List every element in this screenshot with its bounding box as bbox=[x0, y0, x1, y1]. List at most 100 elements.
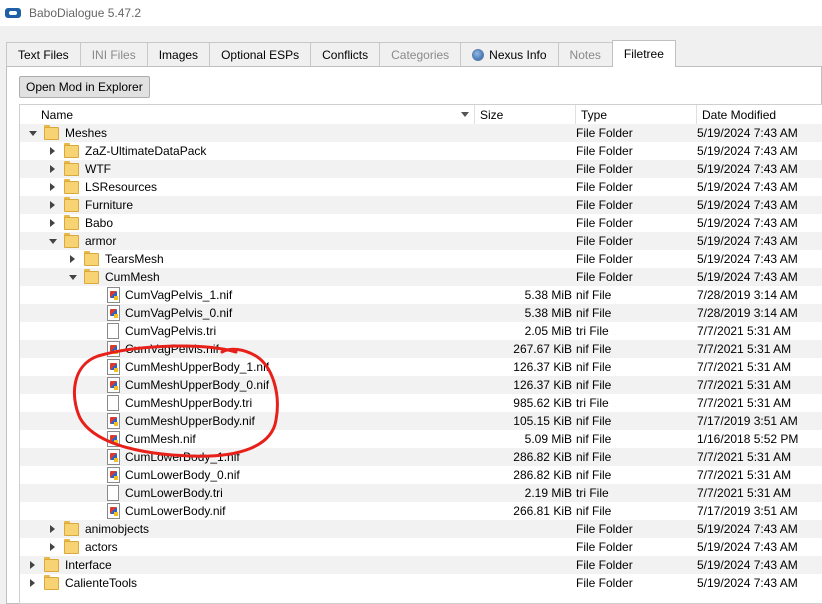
row-name: CumMeshUpperBody_1.nif bbox=[125, 360, 270, 374]
collapse-arrow-icon[interactable] bbox=[50, 201, 55, 209]
expand-arrow-icon[interactable] bbox=[29, 131, 37, 136]
tree-row[interactable]: CumLowerBody_0.nif 286.82 KiB nif File 7/7/… bbox=[20, 466, 822, 484]
row-name: CumVagPelvis_1.nif bbox=[125, 288, 233, 302]
tree-row[interactable]: CumVagPelvis_1.nif 5.38 MiB nif File 7/28/2… bbox=[20, 286, 822, 304]
open-mod-in-explorer-button[interactable]: Open Mod in Explorer bbox=[19, 76, 150, 98]
column-header-type[interactable]: Type bbox=[576, 105, 697, 124]
expand-arrow-icon[interactable] bbox=[49, 239, 57, 244]
tab-label: Categories bbox=[391, 48, 450, 62]
row-type: File Folder bbox=[576, 252, 633, 266]
tree-row[interactable]: CalienteTools File Folder 5/19/2024 7:43 A… bbox=[20, 574, 822, 592]
tree-row[interactable]: CumMesh File Folder 5/19/2024 7:43 AM bbox=[20, 268, 822, 286]
column-header-date[interactable]: Date Modified bbox=[697, 105, 822, 124]
nif-file-icon bbox=[107, 431, 120, 447]
row-name: animobjects bbox=[85, 522, 150, 536]
row-name: actors bbox=[85, 540, 118, 554]
row-name: CumLowerBody_0.nif bbox=[125, 468, 240, 482]
row-date: 7/7/2021 5:31 AM bbox=[697, 486, 792, 500]
collapse-arrow-icon[interactable] bbox=[50, 525, 55, 533]
row-type: nif File bbox=[576, 504, 612, 518]
tree-row[interactable]: CumMeshUpperBody.tri 985.62 KiB tri File 7/… bbox=[20, 394, 822, 412]
row-name: CumMeshUpperBody_0.nif bbox=[125, 378, 270, 392]
tab-images[interactable]: Images bbox=[146, 42, 211, 67]
row-name: CumLowerBody.tri bbox=[125, 486, 223, 500]
folder-icon bbox=[64, 215, 79, 230]
row-size: 267.67 KiB bbox=[513, 342, 572, 356]
row-name: Furniture bbox=[85, 198, 134, 212]
tree-row[interactable]: CumMeshUpperBody_1.nif 126.37 KiB nif File… bbox=[20, 358, 822, 376]
column-header-size[interactable]: Size bbox=[475, 105, 576, 124]
tree-row[interactable]: CumVagPelvis.tri 2.05 MiB tri File 7/7/2021… bbox=[20, 322, 822, 340]
row-type: File Folder bbox=[576, 162, 633, 176]
row-date: 7/17/2019 3:51 AM bbox=[697, 414, 798, 428]
tree-row[interactable]: CumMesh.nif 5.09 MiB nif File 1/16/2018 5:5… bbox=[20, 430, 822, 448]
nif-file-icon bbox=[107, 377, 120, 393]
row-size: 126.37 KiB bbox=[513, 360, 572, 374]
row-type: File Folder bbox=[576, 558, 633, 572]
nif-file-icon bbox=[107, 305, 120, 321]
expand-arrow-icon[interactable] bbox=[69, 275, 77, 280]
tree-row[interactable]: actors File Folder 5/19/2024 7:43 AM bbox=[20, 538, 822, 556]
collapse-arrow-icon[interactable] bbox=[70, 255, 75, 263]
row-size: 286.82 KiB bbox=[513, 468, 572, 482]
tree-row[interactable]: Furniture File Folder 5/19/2024 7:43 AM bbox=[20, 196, 822, 214]
tree-row[interactable]: CumMeshUpperBody_0.nif 126.37 KiB nif File… bbox=[20, 376, 822, 394]
folder-icon bbox=[64, 143, 79, 158]
row-size: 5.38 MiB bbox=[524, 288, 572, 302]
row-name: LSResources bbox=[85, 180, 158, 194]
collapse-arrow-icon[interactable] bbox=[30, 579, 35, 587]
row-date: 7/7/2021 5:31 AM bbox=[697, 360, 792, 374]
tab-optional-esps[interactable]: Optional ESPs bbox=[209, 42, 312, 67]
collapse-arrow-icon[interactable] bbox=[50, 165, 55, 173]
column-header-size-label: Size bbox=[480, 107, 504, 122]
row-size: 2.19 MiB bbox=[524, 486, 572, 500]
column-header-name[interactable]: Name bbox=[20, 105, 475, 124]
tree-row[interactable]: CumLowerBody_1.nif 286.82 KiB nif File 7/7/… bbox=[20, 448, 822, 466]
tree-row[interactable]: TearsMesh File Folder 5/19/2024 7:43 AM bbox=[20, 250, 822, 268]
row-type: nif File bbox=[576, 378, 612, 392]
tree-row[interactable]: CumLowerBody.nif 266.81 KiB nif File 7/17/2… bbox=[20, 502, 822, 520]
collapse-arrow-icon[interactable] bbox=[50, 183, 55, 191]
row-size bbox=[475, 196, 572, 214]
tree-row[interactable]: Meshes File Folder 5/19/2024 7:43 AM bbox=[20, 124, 822, 142]
tree-row[interactable]: LSResources File Folder 5/19/2024 7:43 AM bbox=[20, 178, 822, 196]
nif-file-icon bbox=[107, 413, 120, 429]
tab-nexus-info[interactable]: Nexus Info bbox=[460, 42, 559, 67]
row-size: 985.62 KiB bbox=[513, 396, 572, 410]
collapse-arrow-icon[interactable] bbox=[50, 543, 55, 551]
row-date: 5/19/2024 7:43 AM bbox=[697, 126, 798, 140]
sort-descending-icon bbox=[461, 112, 469, 117]
row-type: nif File bbox=[576, 360, 612, 374]
tab-filetree[interactable]: Filetree bbox=[611, 40, 676, 67]
row-size bbox=[475, 214, 572, 232]
tree-row[interactable]: CumMeshUpperBody.nif 105.15 KiB nif File 7/… bbox=[20, 412, 822, 430]
row-date: 7/7/2021 5:31 AM bbox=[697, 468, 792, 482]
row-type: tri File bbox=[576, 396, 609, 410]
tree-row[interactable]: ZaZ-UltimateDataPack File Folder 5/19/2024… bbox=[20, 142, 822, 160]
collapse-arrow-icon[interactable] bbox=[30, 561, 35, 569]
collapse-arrow-icon[interactable] bbox=[50, 147, 55, 155]
tree-row[interactable]: Babo File Folder 5/19/2024 7:43 AM bbox=[20, 214, 822, 232]
row-type: nif File bbox=[576, 432, 612, 446]
row-date: 7/7/2021 5:31 AM bbox=[697, 324, 792, 338]
row-type: File Folder bbox=[576, 216, 633, 230]
row-size: 286.82 KiB bbox=[513, 450, 572, 464]
tree-row[interactable]: Interface File Folder 5/19/2024 7:43 AM bbox=[20, 556, 822, 574]
tree-row[interactable]: CumVagPelvis.nif 267.67 KiB nif File 7/7/20… bbox=[20, 340, 822, 358]
collapse-arrow-icon[interactable] bbox=[50, 219, 55, 227]
tri-file-icon bbox=[107, 485, 119, 501]
tree-row[interactable]: WTF File Folder 5/19/2024 7:43 AM bbox=[20, 160, 822, 178]
tab-conflicts[interactable]: Conflicts bbox=[310, 42, 381, 67]
tab-text-files[interactable]: Text Files bbox=[6, 42, 81, 67]
tab-label: Images bbox=[158, 48, 199, 62]
tree-row[interactable]: armor File Folder 5/19/2024 7:43 AM bbox=[20, 232, 822, 250]
row-name: CumMeshUpperBody.tri bbox=[125, 396, 253, 410]
globe-icon bbox=[472, 49, 485, 61]
tree-row[interactable]: animobjects File Folder 5/19/2024 7:43 AM bbox=[20, 520, 822, 538]
row-date: 5/19/2024 7:43 AM bbox=[697, 252, 798, 266]
row-type: nif File bbox=[576, 468, 612, 482]
tree-header: Name Size Type Date Modified bbox=[20, 105, 822, 125]
file-tree[interactable]: Name Size Type Date Modified Meshes File … bbox=[19, 104, 822, 604]
tree-row[interactable]: CumLowerBody.tri 2.19 MiB tri File 7/7/2021… bbox=[20, 484, 822, 502]
tree-row[interactable]: CumVagPelvis_0.nif 5.38 MiB nif File 7/28/2… bbox=[20, 304, 822, 322]
